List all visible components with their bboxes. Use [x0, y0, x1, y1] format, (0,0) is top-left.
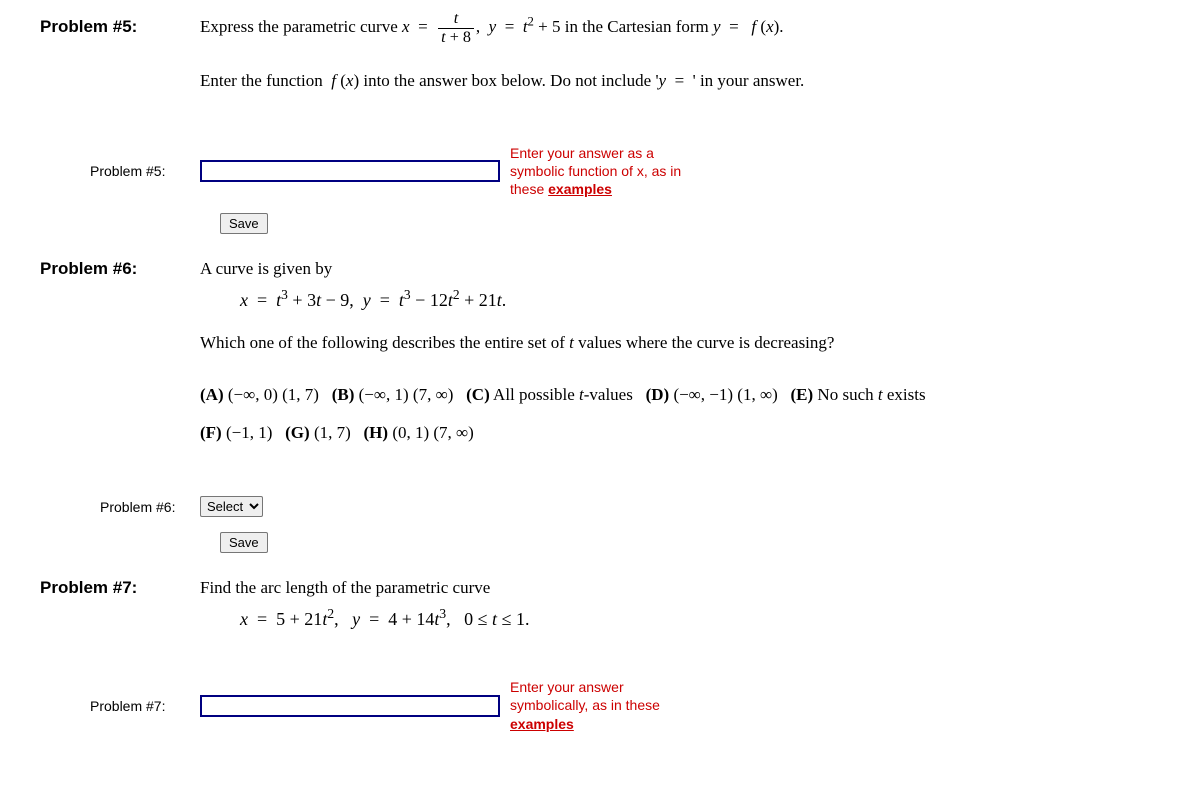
- opt-e: No such t exists: [817, 385, 925, 404]
- hint-line-3: these: [510, 181, 548, 197]
- problem-5-statement: Express the parametric curve x = tt + 8,…: [200, 10, 1160, 47]
- problem-7-heading: Problem #7:: [40, 578, 200, 598]
- problem-6-content: A curve is given by x = t3 + 3t − 9, y =…: [200, 259, 1160, 466]
- problem-7-content: Find the arc length of the parametric cu…: [200, 578, 1160, 648]
- hint-line-1: Enter your answer as a: [510, 145, 654, 161]
- problem-6-answer-row: Problem #6: Select: [40, 496, 1160, 517]
- problem-7-hint: Enter your answer symbolically, as in th…: [510, 678, 660, 733]
- hint-line-2: symbolically, as in these: [510, 697, 660, 713]
- hint-line-2: symbolic function of x, as in: [510, 163, 681, 179]
- problem-6-answer-label: Problem #6:: [40, 499, 200, 515]
- opt-c: All possible t-values: [493, 385, 633, 404]
- problem-6-equation: x = t3 + 3t − 9, y = t3 − 12t2 + 21t.: [240, 287, 1160, 311]
- problem-7: Problem #7: Find the arc length of the p…: [40, 578, 1160, 648]
- problem-6-select[interactable]: Select: [200, 496, 263, 517]
- problem-5-text-b: in the Cartesian form: [565, 17, 713, 36]
- problem-5-content: Express the parametric curve x = tt + 8,…: [200, 10, 1160, 114]
- frac-den: t + 8: [438, 29, 474, 47]
- problem-5-save-row: Save: [40, 213, 1160, 234]
- opt-g: (1, 7): [314, 423, 351, 442]
- problem-7-intro: Find the arc length of the parametric cu…: [200, 578, 1160, 598]
- save-button-5[interactable]: Save: [220, 213, 268, 234]
- hint-line-1: Enter your answer: [510, 679, 624, 695]
- problem-7-answer-input[interactable]: [200, 695, 500, 717]
- problem-7-answer-label: Problem #7:: [40, 698, 200, 714]
- fraction: tt + 8: [438, 10, 474, 47]
- problem-6: Problem #6: A curve is given by x = t3 +…: [40, 259, 1160, 466]
- examples-link[interactable]: examples: [548, 181, 612, 197]
- opt-d: (−∞, −1) (1, ∞): [673, 385, 777, 404]
- problem-6-options: (A) (−∞, 0) (1, 7) (B) (−∞, 1) (7, ∞) (C…: [200, 376, 1160, 451]
- save-button-6[interactable]: Save: [220, 532, 268, 553]
- opt-a: (−∞, 0) (1, 7): [228, 385, 319, 404]
- problem-7-answer-row: Problem #7: Enter your answer symbolical…: [40, 678, 1160, 733]
- problem-5-text-a: Express the parametric curve: [200, 17, 402, 36]
- opt-f: (−1, 1): [226, 423, 272, 442]
- problem-5-instruction: Enter the function f (x) into the answer…: [200, 67, 1160, 94]
- problem-5-heading: Problem #5:: [40, 17, 200, 37]
- frac-num: t: [438, 10, 474, 29]
- problem-5-answer-input[interactable]: [200, 160, 500, 182]
- problem-5-hint: Enter your answer as a symbolic function…: [510, 144, 681, 199]
- problem-6-intro: A curve is given by: [200, 259, 1160, 279]
- problem-6-question: Which one of the following describes the…: [200, 329, 1160, 356]
- opt-b: (−∞, 1) (7, ∞): [359, 385, 454, 404]
- problem-6-save-row: Save: [40, 532, 1160, 553]
- examples-link-7[interactable]: examples: [510, 716, 574, 732]
- problem-5: Problem #5: Express the parametric curve…: [40, 10, 1160, 114]
- problem-7-equation: x = 5 + 21t2, y = 4 + 14t3, 0 ≤ t ≤ 1.: [240, 606, 1160, 630]
- opt-h: (0, 1) (7, ∞): [392, 423, 474, 442]
- problem-5-answer-row: Problem #5: Enter your answer as a symbo…: [40, 144, 1160, 199]
- problem-6-heading: Problem #6:: [40, 259, 200, 279]
- problem-5-answer-label: Problem #5:: [40, 163, 200, 179]
